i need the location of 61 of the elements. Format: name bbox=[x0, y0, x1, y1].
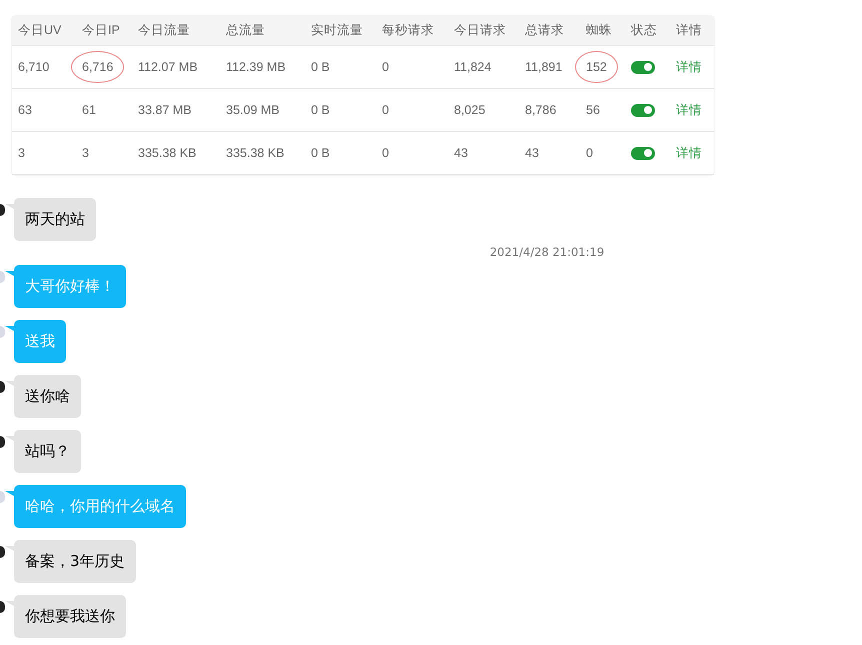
message-bubble: 你想要我送你 bbox=[14, 595, 126, 638]
column-header: 今日流量 bbox=[137, 22, 191, 39]
table-cell-text: 43 bbox=[454, 145, 468, 162]
table-cell-text: 35.09 MB bbox=[226, 102, 280, 119]
table-cell-text: 11,891 bbox=[525, 59, 562, 76]
avatar-icon bbox=[0, 271, 5, 283]
table-cell-text: 0 bbox=[382, 59, 389, 76]
table-cell-text: 0 bbox=[382, 102, 389, 119]
toggle-switch[interactable] bbox=[631, 104, 655, 116]
message-bubble: 备案，3年历史 bbox=[14, 540, 136, 583]
table-cell-text: 335.38 KB bbox=[226, 145, 284, 162]
table-cell-text: 0 B bbox=[311, 59, 330, 76]
table-cell-text: 112.07 MB bbox=[138, 59, 198, 76]
column-header: 详情 bbox=[675, 22, 703, 39]
column-header: 今日请求 bbox=[453, 22, 507, 39]
column-header: 总请求 bbox=[524, 22, 565, 39]
toggle-switch[interactable] bbox=[631, 60, 655, 74]
table-cell-text: 8,786 bbox=[525, 102, 556, 119]
column-header: 每秒请求 bbox=[381, 22, 435, 39]
table-cell-text: 63 bbox=[18, 102, 32, 119]
table-cell-text: 8,025 bbox=[454, 102, 486, 119]
table-cell-text: 0 bbox=[382, 145, 389, 162]
column-header: 实时流量 bbox=[310, 22, 364, 39]
table-cell-text: 335.38 KB bbox=[138, 145, 196, 162]
message-bubble: 大哥你好棒！ bbox=[14, 265, 126, 308]
message-bubble: 哈哈，你用的什么域名 bbox=[14, 485, 186, 528]
avatar-icon bbox=[0, 204, 5, 216]
table-cell-text: 112.39 MB bbox=[226, 59, 286, 76]
avatar-icon bbox=[0, 546, 5, 558]
table-cell-text: 56 bbox=[586, 102, 600, 119]
message-bubble: 送你啥 bbox=[14, 375, 81, 418]
message-bubble: 站吗？ bbox=[14, 430, 81, 473]
column-header: 今日UV bbox=[17, 22, 62, 39]
column-header: 蜘蛛 bbox=[585, 22, 613, 39]
message-bubble: 两天的站 bbox=[14, 198, 96, 241]
details-link[interactable]: 详情 bbox=[676, 144, 702, 162]
avatar-icon bbox=[0, 436, 5, 448]
table-cell-text: 6,710 bbox=[18, 59, 50, 76]
table-cell-text: 33.87 MB bbox=[138, 102, 192, 119]
table-cell-text: 61 bbox=[82, 102, 96, 119]
table-cell: 6,716 bbox=[72, 52, 124, 82]
column-header: 今日IP bbox=[81, 22, 121, 39]
table-cell-text: 3 bbox=[18, 145, 25, 162]
message-bubble: 送我 bbox=[14, 320, 66, 363]
details-link[interactable]: 详情 bbox=[676, 102, 702, 118]
table-cell-text: 0 bbox=[586, 145, 593, 162]
details-link[interactable]: 详情 bbox=[676, 58, 702, 76]
column-header: 状态 bbox=[630, 22, 658, 39]
column-header: 总流量 bbox=[225, 22, 266, 39]
timestamp: 2021/4/28 21:01:19 bbox=[490, 245, 604, 259]
table-cell-text: 43 bbox=[525, 145, 539, 162]
table-cell: 152 bbox=[576, 52, 617, 82]
avatar-icon bbox=[0, 381, 5, 393]
avatar-icon bbox=[0, 326, 5, 338]
table-cell-text: 0 B bbox=[311, 145, 330, 162]
avatar-icon bbox=[0, 491, 5, 503]
table-cell-text: 11,824 bbox=[454, 59, 492, 76]
table-cell-text: 3 bbox=[82, 145, 89, 162]
toggle-switch[interactable] bbox=[631, 146, 655, 160]
table-cell-text: 0 B bbox=[311, 102, 330, 119]
avatar-icon bbox=[0, 601, 5, 613]
